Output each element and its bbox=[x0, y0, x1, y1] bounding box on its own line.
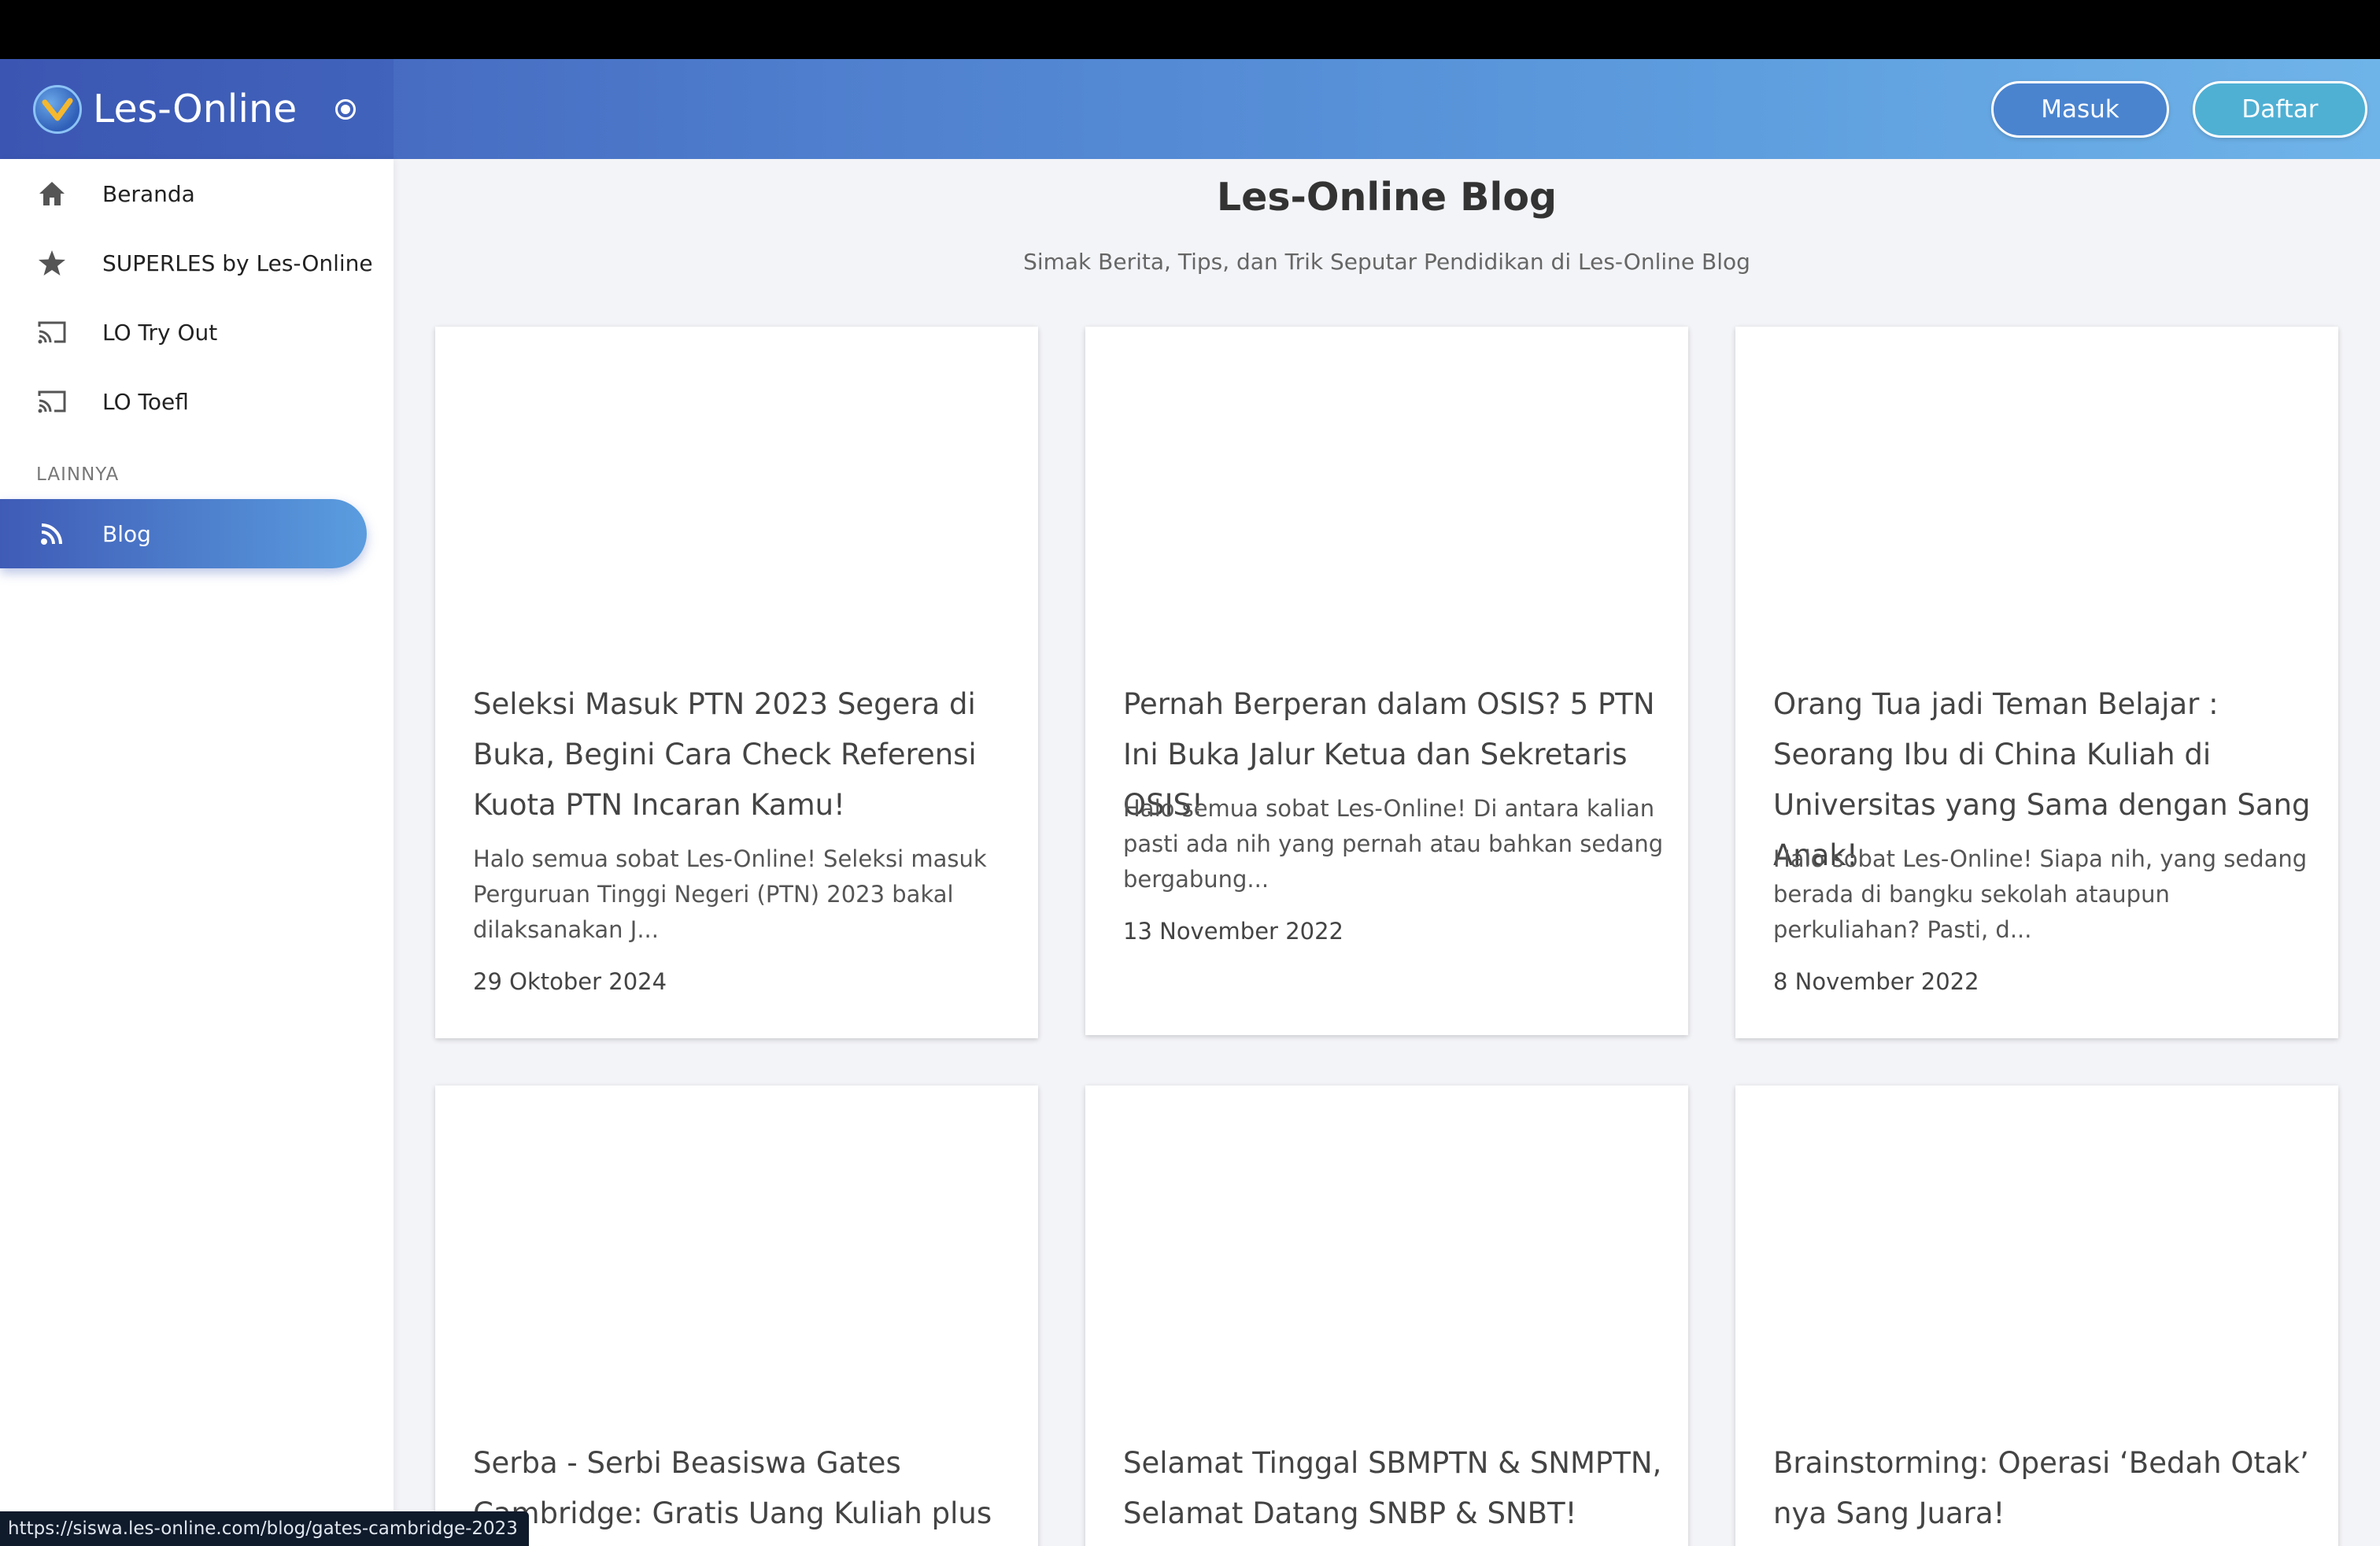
cast-icon bbox=[35, 315, 69, 350]
sidebar-item-lo-try-out[interactable]: LO Try Out bbox=[0, 298, 394, 367]
card-excerpt: Halo sobat Les-Online! Siapa nih, yang s… bbox=[1773, 845, 2308, 943]
card-title[interactable]: Seleksi Masuk PTN 2023 Segera di Buka, B… bbox=[473, 679, 1016, 830]
blog-card[interactable]: Selamat Tinggal SBMPTN & SNMPTN, Selamat… bbox=[1085, 1086, 1688, 1546]
card-thumbnail bbox=[435, 327, 1038, 673]
section-label-lainnya: LAINNYA bbox=[36, 464, 120, 485]
card-thumbnail bbox=[1085, 1086, 1688, 1432]
sidebar-item-beranda[interactable]: Beranda bbox=[0, 159, 394, 228]
brand-area[interactable]: Les-Online bbox=[0, 59, 394, 159]
blog-card[interactable]: Seleksi Masuk PTN 2023 Segera di Buka, B… bbox=[435, 327, 1038, 1038]
blog-card[interactable]: Brainstorming: Operasi ‘Bedah Otak’ nya … bbox=[1735, 1086, 2338, 1546]
sidebar-toggle-icon[interactable] bbox=[335, 99, 356, 120]
card-thumbnail bbox=[1735, 327, 2338, 673]
sidebar-item-blog[interactable]: Blog bbox=[0, 499, 367, 568]
card-title[interactable]: Selamat Tinggal SBMPTN & SNMPTN, Selamat… bbox=[1123, 1438, 1666, 1539]
brand-name: Les-Online bbox=[93, 87, 298, 131]
link-status-bar: https://siswa.les-online.com/blog/gates-… bbox=[0, 1511, 529, 1546]
blog-card[interactable]: Pernah Berperan dalam OSIS? 5 PTN Ini Bu… bbox=[1085, 327, 1688, 1035]
card-thumbnail bbox=[1085, 327, 1688, 673]
star-icon bbox=[35, 246, 69, 280]
sidebar-item-lo-toefl[interactable]: LO Toefl bbox=[0, 367, 394, 436]
card-title[interactable]: Serba - Serbi Beasiswa Gates Cambridge: … bbox=[473, 1438, 1016, 1539]
sidebar-item-label: LO Try Out bbox=[102, 319, 218, 346]
sidebar-item-label: LO Toefl bbox=[102, 388, 189, 415]
blog-card[interactable]: Orang Tua jadi Teman Belajar : Seorang I… bbox=[1735, 327, 2338, 1038]
sidebar-item-label: SUPERLES by Les-Online bbox=[102, 250, 373, 276]
window-top-bar bbox=[0, 0, 2380, 59]
login-button[interactable]: Masuk bbox=[1991, 81, 2169, 138]
rss-icon bbox=[35, 516, 69, 551]
register-button[interactable]: Daftar bbox=[2193, 81, 2367, 138]
card-date: 29 Oktober 2024 bbox=[473, 968, 667, 995]
cast-icon bbox=[35, 384, 69, 419]
sidebar-item-superles[interactable]: SUPERLES by Les-Online bbox=[0, 228, 394, 298]
page-title: Les-Online Blog bbox=[1216, 175, 1558, 220]
sidebar: Beranda SUPERLES by Les-Online LO Try Ou… bbox=[0, 159, 394, 1546]
card-excerpt: Halo semua sobat Les-Online! Di antara k… bbox=[1123, 795, 1664, 893]
les-online-logo-icon bbox=[33, 84, 82, 134]
card-excerpt: Halo semua sobat Les-Online! Seleksi mas… bbox=[473, 845, 987, 943]
sidebar-item-label: Beranda bbox=[102, 180, 195, 207]
card-date: 8 November 2022 bbox=[1773, 968, 1979, 995]
card-thumbnail bbox=[1735, 1086, 2338, 1432]
home-icon bbox=[35, 176, 69, 211]
sidebar-item-label: Blog bbox=[102, 520, 151, 547]
page-subtitle: Simak Berita, Tips, dan Trik Seputar Pen… bbox=[1023, 249, 1750, 275]
blog-card[interactable]: Serba - Serbi Beasiswa Gates Cambridge: … bbox=[435, 1086, 1038, 1546]
card-thumbnail bbox=[435, 1086, 1038, 1432]
app-header: Les-Online Masuk Daftar bbox=[0, 59, 2380, 159]
card-date: 13 November 2022 bbox=[1123, 918, 1344, 945]
card-title[interactable]: Brainstorming: Operasi ‘Bedah Otak’ nya … bbox=[1773, 1438, 2316, 1539]
